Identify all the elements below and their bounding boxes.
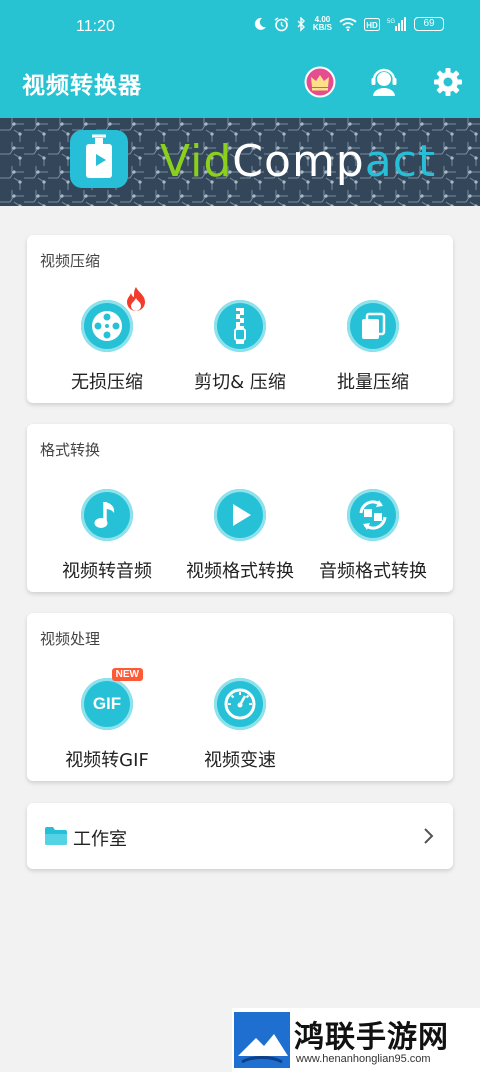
tool-label: 无损压缩 [71,372,143,393]
studio-row[interactable]: 工作室 [27,803,453,869]
tool-label: 视频转音频 [62,561,152,582]
site-watermark: 鸿联手游网 www.henanhonglian95.com [232,1008,480,1072]
folder-icon [45,827,67,845]
tool-cut-compress[interactable]: 剪切& 压缩 [170,300,310,394]
gif-icon: GIF NEW [81,668,143,730]
chevron-right-icon [424,828,434,844]
watermark-name: 鸿联手游网 [294,1020,449,1055]
new-badge: NEW [111,668,143,681]
tool-video-format-convert[interactable]: 视频格式转换 [170,489,310,583]
net-speed: 4.00 KB/S [312,15,332,32]
section-title: 格式转换 [40,441,101,459]
battery-indicator: 69 [414,17,444,31]
section-convert: 格式转换 视频转音频 视频格式转换 音频格式转换 [27,424,453,592]
section-title: 视频压缩 [40,252,101,270]
tool-lossless-compress[interactable]: 无损压缩 [37,287,177,394]
promo-banner[interactable]: VidCompact [0,118,480,206]
status-icons: 4.00 KB/S HD 5G 69 [253,16,444,32]
tool-batch-compress[interactable]: 批量压缩 [303,300,443,394]
tool-label: 音频格式转换 [319,561,427,582]
fire-icon [127,287,145,311]
premium-button[interactable] [302,64,338,100]
convert-arrows-icon [347,489,399,541]
tool-label: 批量压缩 [337,372,409,393]
film-reel-icon [81,287,145,352]
stack-icon [347,300,399,352]
speedometer-icon [214,678,266,730]
studio-label: 工作室 [73,829,127,850]
moon-icon [254,17,266,30]
tool-audio-format-convert[interactable]: 音频格式转换 [303,489,443,583]
tool-video-to-gif[interactable]: GIF NEW 视频转GIF [37,668,177,772]
signal-icon: 5G [387,17,406,31]
tool-label: 视频变速 [204,750,276,771]
music-note-icon [81,489,133,541]
status-time: 11:20 [76,18,115,35]
settings-button[interactable] [430,64,466,100]
wifi-icon [339,18,357,31]
tool-label: 视频格式转换 [186,561,294,582]
hd-icon: HD [364,17,380,31]
status-bar: 11:20 4.00 KB/S HD 5G 69 [0,0,480,46]
tool-label: 视频转GIF [65,750,149,771]
svg-text:5G: 5G [387,19,395,25]
bluetooth-icon [297,16,305,32]
brand-wordmark: VidCompact [160,136,437,187]
gear-icon [434,68,462,96]
support-button[interactable] [366,64,402,100]
page-title: 视频转换器 [22,73,142,99]
svg-text:HD: HD [366,21,378,30]
tool-video-to-audio[interactable]: 视频转音频 [37,489,177,583]
section-process: 视频处理 GIF NEW 视频转GIF 视频变速 [27,613,453,781]
headset-icon [371,68,397,96]
alarm-icon [274,16,289,31]
watermark-logo-icon [234,1012,290,1068]
section-title: 视频处理 [40,630,101,648]
crown-icon [304,66,336,98]
tool-label: 剪切& 压缩 [194,372,286,393]
app-logo [70,130,128,188]
section-compress: 视频压缩 无损压缩 剪切& 压缩 批量压缩 [27,235,453,403]
app-bar: 视频转换器 [0,46,480,118]
zipper-icon [214,300,266,352]
play-icon [214,489,266,541]
tool-video-speed[interactable]: 视频变速 [170,678,310,772]
video-compress-logo-icon [86,134,112,178]
watermark-url: www.henanhonglian95.com [296,1053,431,1065]
